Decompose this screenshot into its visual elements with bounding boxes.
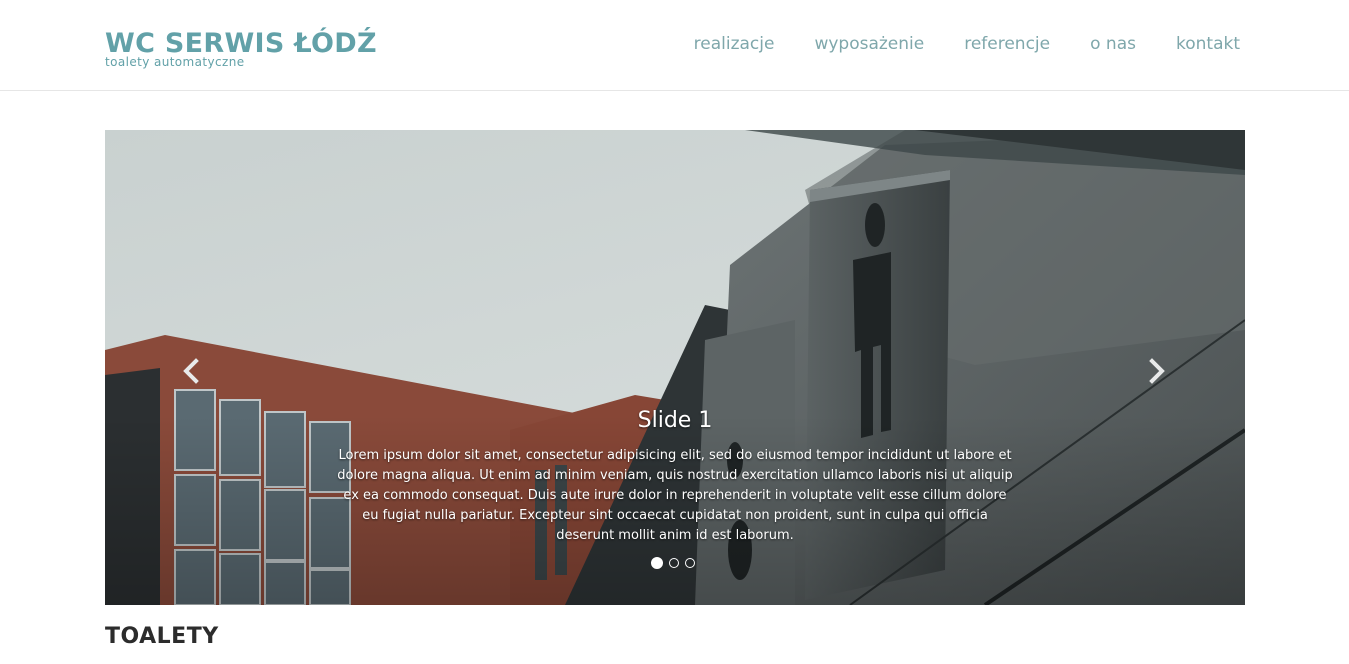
hero-carousel: Slide 1 Lorem ipsum dolor sit amet, cons… xyxy=(105,130,1245,605)
brand-logo[interactable]: WC SERWIS ŁÓDŹ toalety automatyczne xyxy=(105,28,377,68)
carousel-indicator-2[interactable] xyxy=(669,558,679,568)
slide-caption: Slide 1 Lorem ipsum dolor sit amet, cons… xyxy=(335,406,1015,546)
section-title: TOALETY xyxy=(105,624,219,649)
nav-item-wyposazenie[interactable]: wyposażenie xyxy=(814,34,924,54)
nav-item-kontakt[interactable]: kontakt xyxy=(1176,34,1240,54)
carousel-indicator-1[interactable] xyxy=(651,557,663,569)
nav-item-o-nas[interactable]: o nas xyxy=(1090,34,1136,54)
carousel-indicator-3[interactable] xyxy=(685,558,695,568)
carousel-indicators xyxy=(651,557,695,569)
nav-item-referencje[interactable]: referencje xyxy=(964,34,1050,54)
carousel-next-button[interactable] xyxy=(1141,356,1171,386)
slide-title: Slide 1 xyxy=(637,408,713,433)
chevron-left-icon xyxy=(183,358,199,384)
chevron-right-icon xyxy=(1149,358,1165,384)
nav-item-realizacje[interactable]: realizacje xyxy=(694,34,775,54)
site-header: WC SERWIS ŁÓDŹ toalety automatyczne real… xyxy=(0,0,1349,91)
main-nav: realizacje wyposażenie referencje o nas … xyxy=(694,34,1240,54)
slide-text: Lorem ipsum dolor sit amet, consectetur … xyxy=(337,448,1013,543)
carousel-prev-button[interactable] xyxy=(177,356,207,386)
